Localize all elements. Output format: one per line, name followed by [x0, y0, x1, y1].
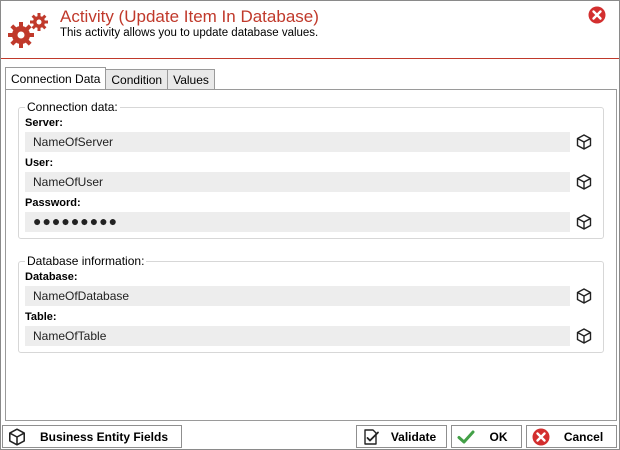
table-label: Table:	[25, 311, 57, 323]
table-field[interactable]: NameOfTable	[25, 326, 570, 346]
dialog-subtitle: This activity allows you to update datab…	[60, 27, 319, 39]
server-cube-icon[interactable]	[575, 133, 593, 151]
validate-label: Validate	[390, 429, 437, 444]
check-icon	[457, 430, 475, 443]
cancel-button[interactable]: Cancel	[526, 425, 617, 448]
dialog-header: Activity (Update Item In Database) This …	[1, 1, 619, 59]
business-entity-fields-label: Business Entity Fields	[39, 429, 169, 444]
dialog-title: Activity (Update Item In Database)	[60, 7, 319, 26]
cube-icon	[9, 427, 25, 446]
tab-bar: Connection Data Condition Values	[5, 67, 215, 90]
database-info-group: Database information: Database: NameOfDa…	[18, 254, 604, 353]
cancel-icon	[532, 428, 550, 445]
tab-condition[interactable]: Condition	[105, 69, 169, 89]
user-field[interactable]: NameOfUser	[25, 172, 570, 192]
connection-data-group: Connection data: Server: NameOfServer Us…	[18, 100, 604, 239]
server-label: Server:	[25, 117, 63, 129]
password-label: Password:	[25, 197, 81, 209]
user-cube-icon[interactable]	[575, 173, 593, 191]
user-label: User:	[25, 157, 54, 169]
gears-icon	[8, 13, 48, 48]
server-field[interactable]: NameOfServer	[25, 132, 570, 152]
ok-button[interactable]: OK	[451, 425, 522, 448]
connection-data-legend: Connection data:	[25, 100, 120, 114]
password-field[interactable]: ●●●●●●●●●	[25, 212, 570, 232]
password-cube-icon[interactable]	[575, 213, 593, 231]
database-info-legend: Database information:	[25, 254, 147, 268]
tab-values[interactable]: Values	[167, 69, 215, 89]
ok-label: OK	[489, 429, 508, 444]
database-cube-icon[interactable]	[575, 287, 593, 305]
business-entity-fields-button[interactable]: Business Entity Fields	[2, 425, 182, 448]
tab-connection-data[interactable]: Connection Data	[5, 67, 107, 89]
table-cube-icon[interactable]	[575, 327, 593, 345]
database-field[interactable]: NameOfDatabase	[25, 286, 570, 306]
activity-dialog: Activity (Update Item In Database) This …	[0, 0, 620, 450]
close-icon[interactable]	[587, 5, 607, 25]
database-label: Database:	[25, 271, 78, 283]
tab-panel: Connection data: Server: NameOfServer Us…	[5, 89, 617, 421]
validate-document-icon	[364, 428, 379, 445]
cancel-label: Cancel	[563, 429, 604, 444]
validate-button[interactable]: Validate	[356, 425, 447, 448]
